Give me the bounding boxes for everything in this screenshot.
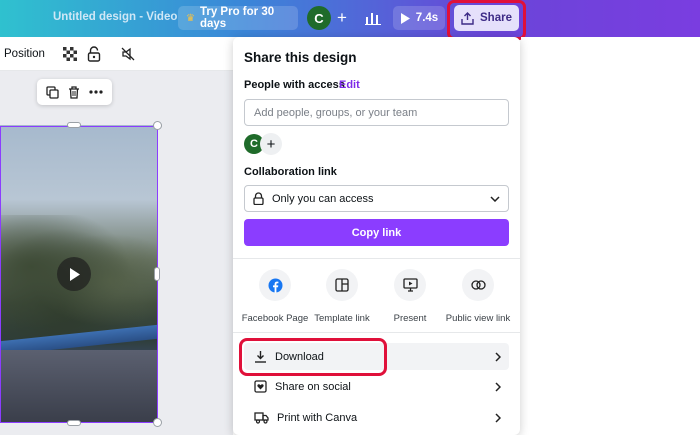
share-panel-title: Share this design: [244, 50, 357, 65]
chevron-right-icon: [495, 351, 501, 362]
duplicate-icon[interactable]: [46, 85, 59, 99]
lock-icon[interactable]: [85, 45, 103, 63]
insights-button[interactable]: [359, 6, 387, 30]
play-icon: [400, 12, 410, 24]
try-pro-label: Try Pro for 30 days: [199, 6, 275, 30]
share-option-facebook[interactable]: Facebook Page: [237, 269, 313, 324]
play-duration: 7.4s: [415, 12, 439, 24]
play-button[interactable]: 7.4s: [393, 6, 445, 30]
access-level-select[interactable]: Only you can access: [244, 185, 509, 212]
design-title[interactable]: Untitled design - Video: [53, 11, 177, 23]
chevron-down-icon: [490, 195, 500, 202]
print-with-canva-row[interactable]: Print with Canva: [244, 404, 509, 431]
share-button[interactable]: Share: [454, 5, 519, 31]
edit-access-link[interactable]: Edit: [339, 79, 360, 91]
lock-icon: [253, 192, 264, 205]
template-icon: [335, 278, 349, 292]
heart-icon: [254, 380, 267, 393]
truck-icon: [254, 411, 269, 424]
panel-divider: [233, 258, 520, 259]
try-pro-button[interactable]: ♛ Try Pro for 30 days: [178, 6, 298, 30]
chevron-right-icon: [495, 412, 501, 423]
collaboration-link-label: Collaboration link: [244, 166, 337, 178]
copy-link-button[interactable]: Copy link: [244, 219, 509, 246]
share-label: Share: [480, 12, 512, 24]
bar-chart-icon: [365, 13, 381, 25]
print-with-canva-label: Print with Canva: [277, 411, 358, 424]
share-option-present[interactable]: Present: [372, 269, 448, 324]
transparency-icon[interactable]: [61, 45, 79, 63]
add-person-icon[interactable]: +: [260, 133, 282, 155]
people-access-label: People with access: [244, 79, 345, 91]
share-option-label: Facebook Page: [241, 313, 309, 324]
share-option-label: Template link: [314, 313, 370, 324]
user-avatar[interactable]: C: [307, 6, 331, 30]
element-float-toolbar: [37, 79, 112, 105]
resize-handle-bottom[interactable]: [67, 420, 81, 426]
chevron-right-icon: [495, 381, 501, 392]
upload-icon: [461, 11, 474, 25]
share-on-social-row[interactable]: Share on social: [244, 373, 509, 400]
editor-toolbar: Position: [0, 37, 233, 71]
video-play-button[interactable]: [57, 257, 91, 291]
trash-icon[interactable]: [68, 85, 80, 99]
panel-divider: [233, 332, 520, 333]
add-collaborator-icon[interactable]: +: [333, 6, 351, 30]
share-on-social-label: Share on social: [275, 380, 351, 393]
more-icon[interactable]: [89, 90, 103, 94]
resize-handle-right[interactable]: [154, 267, 160, 281]
resize-handle-bottom-right[interactable]: [153, 418, 162, 427]
share-option-label: Present: [393, 313, 427, 324]
right-blank-area: [521, 37, 700, 435]
add-people-input[interactable]: [244, 99, 509, 126]
share-option-template-link[interactable]: Template link: [304, 269, 380, 324]
top-bar: Untitled design - Video ♛ Try Pro for 30…: [0, 0, 700, 40]
access-level-value: Only you can access: [272, 192, 374, 205]
position-button[interactable]: Position: [4, 48, 45, 60]
link-icon: [470, 280, 486, 290]
crown-icon: ♛: [186, 12, 195, 24]
download-highlight: [239, 338, 387, 376]
resize-handle-top[interactable]: [67, 122, 81, 128]
share-option-label: Public view link: [445, 313, 511, 324]
play-icon: [70, 267, 80, 281]
facebook-icon: [268, 278, 282, 293]
share-option-public-view-link[interactable]: Public view link: [440, 269, 516, 324]
mute-icon[interactable]: [119, 45, 137, 63]
resize-handle-top-right[interactable]: [153, 121, 162, 130]
present-icon: [402, 278, 418, 292]
